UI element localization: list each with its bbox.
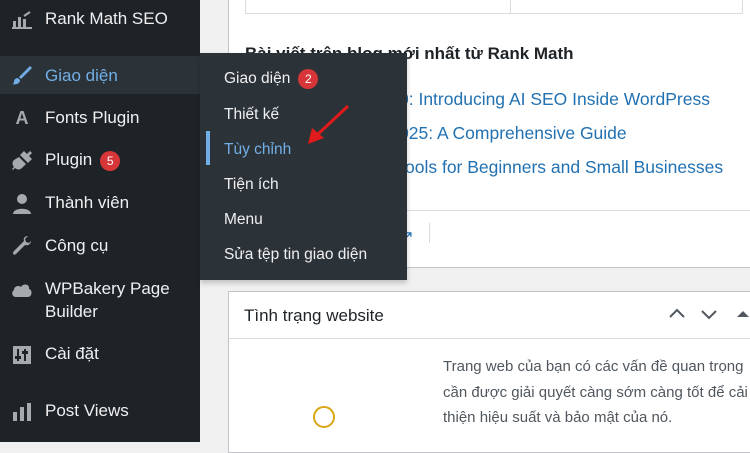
sidebar-item-rank-math[interactable]: Rank Math SEO <box>0 7 200 33</box>
sidebar-item-label: Plugin 5 <box>45 148 121 171</box>
sidebar-item-label: Rank Math SEO <box>45 9 168 28</box>
cloud-icon <box>12 284 32 297</box>
sidebar-item-label: Fonts Plugin <box>45 108 140 127</box>
wrench-icon <box>13 236 31 255</box>
update-count-badge: 2 <box>298 69 319 89</box>
divider <box>229 338 750 339</box>
sidebar-item-fonts-plugin[interactable]: A Fonts Plugin <box>0 106 200 132</box>
sidebar-item-plugins[interactable]: Plugin 5 <box>0 148 200 174</box>
admin-sidebar: Rank Math SEO Giao diện A Fonts Plugin P… <box>0 0 200 442</box>
sidebar-item-label: Công cụ <box>45 236 109 255</box>
sidebar-item-appearance[interactable]: Giao diện <box>0 56 200 94</box>
sidebar-item-users[interactable]: Thành viên <box>0 191 200 217</box>
news-link[interactable]: ools for Beginners and Small Businesses <box>405 157 723 178</box>
submenu-item-theme-editor[interactable]: Sửa tệp tin giao diện <box>224 245 367 265</box>
widget-title: Tình trạng website <box>244 306 384 325</box>
update-count-badge: 5 <box>100 150 121 171</box>
sidebar-item-post-views[interactable]: Post Views <box>0 399 200 425</box>
flyout-pointer <box>186 66 200 84</box>
site-health-widget: Tình trạng website Trang web của bạn có … <box>228 291 750 453</box>
collapse-toggle-icon[interactable] <box>733 304 750 324</box>
sidebar-item-label: Post Views <box>45 401 129 420</box>
chart-bars-icon <box>12 11 32 29</box>
sidebar-item-text: Plugin <box>45 150 93 169</box>
bar-chart-icon <box>13 403 31 421</box>
font-a-icon: A <box>15 108 29 128</box>
sidebar-item-text-line1: WPBakery Page <box>45 279 170 298</box>
site-health-description: Trang web của bạn có các vấn đề quan trọ… <box>443 358 748 426</box>
sidebar-item-label: Cài đặt <box>45 344 99 363</box>
sidebar-item-tools[interactable]: Công cụ <box>0 234 200 260</box>
sidebar-item-label: WPBakery Page Builder <box>45 277 170 323</box>
user-icon <box>13 194 31 214</box>
news-link[interactable]: 0: Introducing AI SEO Inside WordPress <box>399 89 710 110</box>
chevron-down-icon[interactable] <box>699 304 719 324</box>
submenu-item-themes[interactable]: Thiết kế <box>224 105 279 125</box>
submenu-item-label: Giao diện <box>224 70 291 88</box>
sidebar-item-label: Giao diện <box>45 66 118 85</box>
top-placeholder-box <box>245 0 743 14</box>
submenu-item-menus[interactable]: Menu <box>224 210 263 230</box>
settings-sliders-icon <box>13 346 31 364</box>
plugin-icon <box>12 151 32 170</box>
sidebar-item-settings[interactable]: Cài đặt <box>0 342 200 368</box>
sidebar-item-label: Thành viên <box>45 193 130 212</box>
divider <box>429 223 430 243</box>
annotation-arrow-icon <box>308 104 350 144</box>
submenu-item-customize[interactable]: Tùy chỉnh <box>224 140 291 160</box>
health-status-ring-icon <box>313 406 335 428</box>
news-link[interactable]: 025: A Comprehensive Guide <box>399 123 627 144</box>
sidebar-item-text-line2: Builder <box>45 302 98 321</box>
appearance-submenu: Giao diện 2 Thiết kế Tùy chỉnh Tiện ích M… <box>200 53 407 280</box>
submenu-item-appearance[interactable]: Giao diện 2 <box>224 69 319 89</box>
submenu-item-widgets[interactable]: Tiện ích <box>224 175 279 195</box>
paintbrush-icon <box>12 66 32 85</box>
chevron-up-icon[interactable] <box>667 304 687 324</box>
current-item-indicator <box>206 131 210 165</box>
sidebar-item-wpbakery[interactable]: WPBakery Page Builder <box>0 277 200 327</box>
